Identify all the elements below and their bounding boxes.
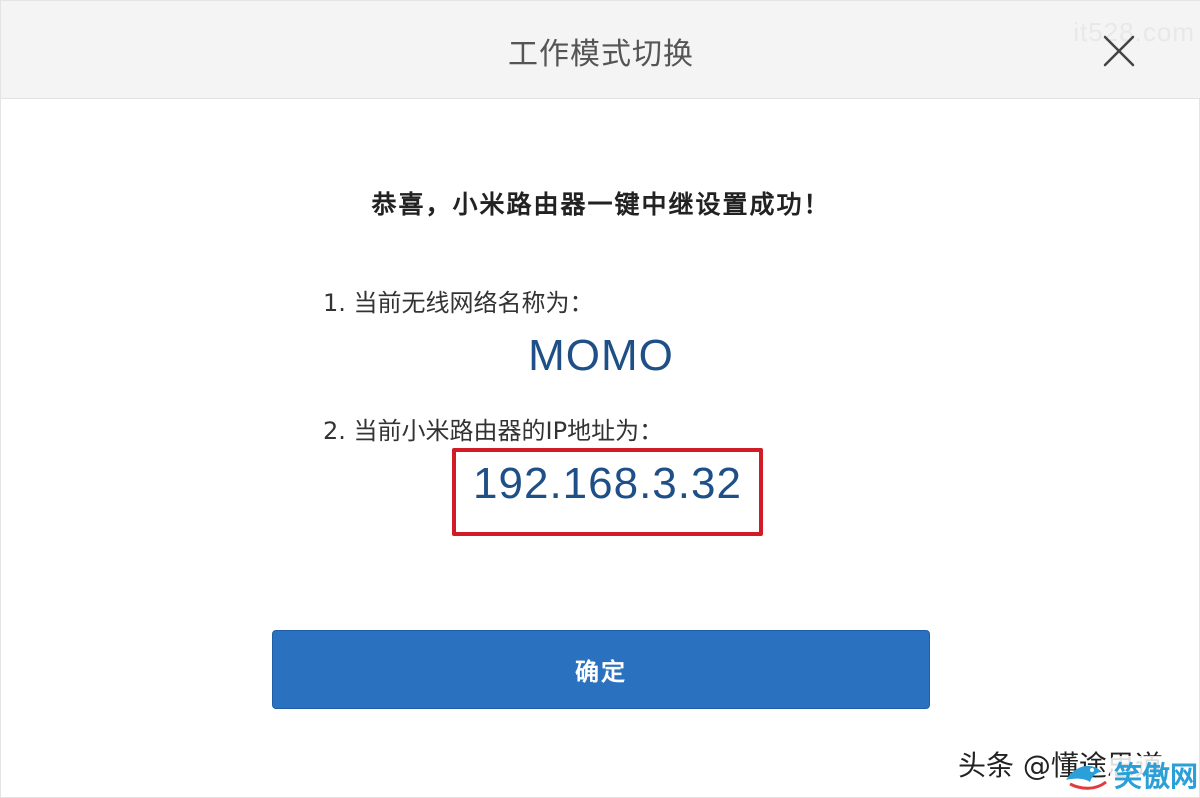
ip-address-value: 192.168.3.32 xyxy=(473,459,742,508)
site-logo-text: 笑傲网 xyxy=(1114,760,1198,793)
ssid-label: 1. 当前无线网络名称为： xyxy=(323,289,594,317)
dialog-title: 工作模式切换 xyxy=(508,37,694,72)
mode-switch-dialog: 工作模式切换 it528.com 恭喜，小米路由器一键中继设置成功！ 1. 当前… xyxy=(0,0,1200,798)
dialog-title-bar: 工作模式切换 it528.com xyxy=(1,1,1200,99)
ssid-value: MOMO xyxy=(528,331,674,380)
confirm-button[interactable]: 确定 xyxy=(272,630,930,709)
ip-label: 2. 当前小米路由器的IP地址为： xyxy=(323,417,664,445)
site-logo-icon: 笑傲网 xyxy=(1062,750,1200,798)
success-message: 恭喜，小米路由器一键中继设置成功！ xyxy=(371,190,831,219)
close-icon[interactable] xyxy=(1099,31,1139,71)
